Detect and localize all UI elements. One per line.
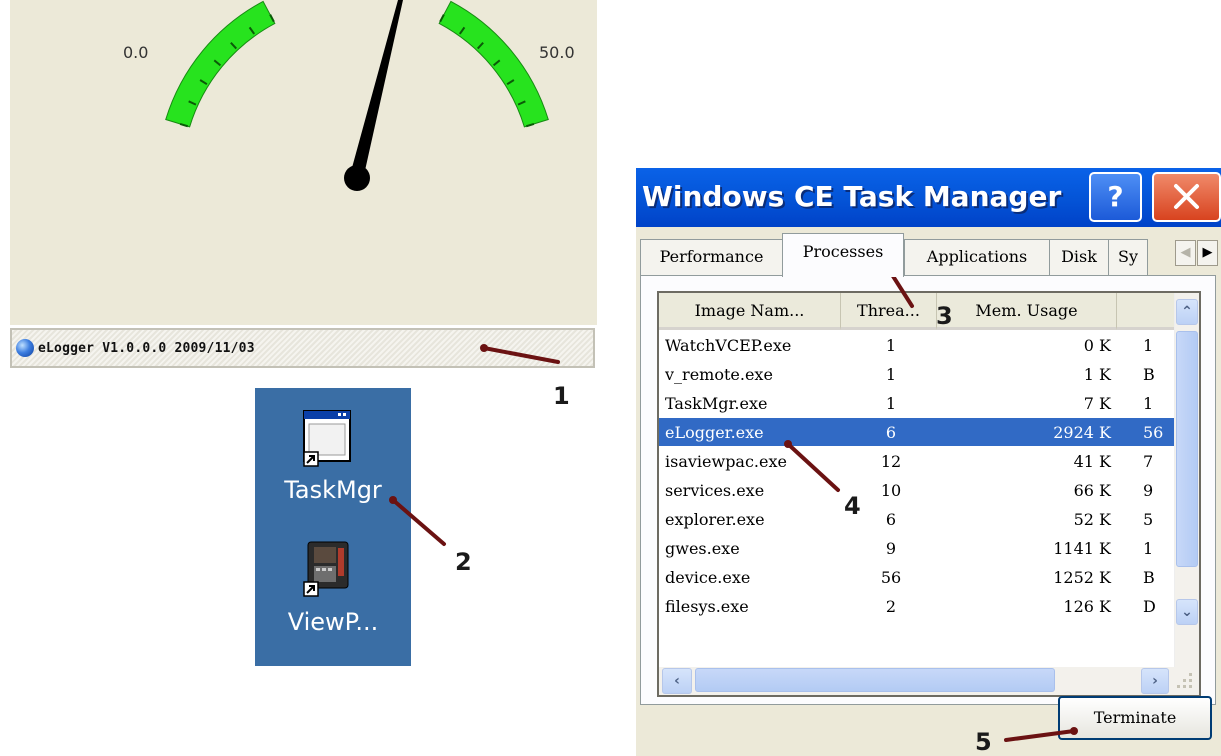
resize-grip-icon[interactable] bbox=[1173, 671, 1195, 691]
table-row[interactable]: gwes.exe 9 1141 K1 bbox=[659, 534, 1179, 562]
scroll-right-icon[interactable]: › bbox=[1141, 668, 1169, 694]
process-mem: 7 K bbox=[1083, 394, 1111, 413]
tab-applications[interactable]: Applications bbox=[904, 239, 1050, 275]
table-row[interactable]: filesys.exe 2 126 KD bbox=[659, 592, 1179, 620]
process-threads: 1 bbox=[885, 365, 897, 384]
table-row[interactable]: explorer.exe 6 52 K5 bbox=[659, 505, 1179, 533]
close-icon bbox=[1174, 184, 1199, 209]
process-threads: 6 bbox=[885, 423, 897, 442]
desktop-icon-label: TaskMgr bbox=[284, 476, 382, 504]
process-mem: 0 K bbox=[1083, 336, 1111, 355]
process-name: gwes.exe bbox=[665, 539, 740, 558]
title-bar[interactable]: Windows CE Task Manager ? bbox=[636, 168, 1221, 227]
process-mem: 1252 K bbox=[1053, 568, 1111, 587]
scroll-left-icon[interactable]: ‹ bbox=[662, 668, 692, 694]
terminate-button[interactable]: Terminate bbox=[1058, 696, 1212, 740]
gauge-panel: 0.0 50.0 bbox=[10, 0, 597, 325]
process-name: services.exe bbox=[665, 481, 765, 500]
horizontal-scrollbar[interactable]: ‹ › bbox=[659, 667, 1199, 695]
table-row[interactable]: v_remote.exe 1 1 KB bbox=[659, 360, 1179, 388]
close-button[interactable] bbox=[1152, 172, 1221, 222]
process-mem: 41 K bbox=[1073, 452, 1111, 471]
annotation-4: 4 bbox=[844, 492, 861, 520]
device-panel-icon bbox=[303, 541, 349, 597]
table-row[interactable]: services.exe 10 66 K9 bbox=[659, 476, 1179, 504]
table-row[interactable]: TaskMgr.exe 1 7 K1 bbox=[659, 389, 1179, 417]
table-row[interactable]: WatchVCEP.exe 1 0 K1 bbox=[659, 331, 1179, 359]
tab-disk[interactable]: Disk bbox=[1049, 239, 1109, 275]
desktop-icon-label: ViewP... bbox=[287, 608, 379, 636]
column-threads[interactable]: Threa... bbox=[841, 293, 937, 330]
process-threads: 2 bbox=[885, 597, 897, 616]
scroll-up-icon[interactable]: ⌃ bbox=[1176, 299, 1198, 325]
table-row[interactable]: device.exe 56 1252 KB bbox=[659, 563, 1179, 591]
window-app-icon bbox=[303, 410, 351, 467]
table-row[interactable]: isaviewpac.exe 12 41 K7 bbox=[659, 447, 1179, 475]
gauge-dial bbox=[165, 0, 549, 191]
annotation-2: 2 bbox=[455, 548, 472, 576]
tab-scroll-arrows: ◀ ▶ bbox=[1175, 240, 1219, 266]
processes-panel: Image Nam... Threa... Mem. Usage WatchVC… bbox=[640, 275, 1216, 705]
scroll-down-icon[interactable]: ⌄ bbox=[1176, 599, 1198, 625]
tab-processes[interactable]: Processes bbox=[782, 233, 904, 277]
tab-scroll-left-icon[interactable]: ◀ bbox=[1175, 240, 1196, 266]
tab-scroll-right-icon[interactable]: ▶ bbox=[1197, 240, 1218, 266]
gauge-max-label: 50.0 bbox=[539, 43, 575, 62]
list-header: Image Nam... Threa... Mem. Usage bbox=[659, 293, 1179, 330]
tab-performance[interactable]: Performance bbox=[640, 239, 783, 275]
status-bar: eLogger V1.0.0.0 2009/11/03 bbox=[10, 328, 595, 368]
process-mem: 52 K bbox=[1073, 510, 1111, 529]
table-row[interactable]: eLogger.exe 6 2924 K 56 bbox=[659, 418, 1179, 446]
annotation-5: 5 bbox=[975, 728, 992, 756]
tab-strip: Performance Processes Applications Disk … bbox=[636, 231, 1221, 277]
desktop-area: TaskMgr ViewP... bbox=[255, 388, 411, 666]
status-text: eLogger V1.0.0.0 2009/11/03 bbox=[38, 340, 255, 356]
process-name: WatchVCEP.exe bbox=[665, 336, 792, 355]
help-button[interactable]: ? bbox=[1089, 172, 1142, 222]
process-mem: 126 K bbox=[1063, 597, 1111, 616]
process-threads: 56 bbox=[880, 568, 902, 587]
window-title: Windows CE Task Manager bbox=[642, 180, 1062, 213]
gauge-hub bbox=[344, 165, 370, 191]
process-name: v_remote.exe bbox=[665, 365, 773, 384]
gauge-needle bbox=[350, 0, 403, 175]
task-manager-window: Windows CE Task Manager ? Performance Pr… bbox=[636, 168, 1221, 756]
process-mem: 1141 K bbox=[1053, 539, 1111, 558]
vertical-scrollbar[interactable]: ⌃ ⌄ bbox=[1174, 293, 1199, 667]
gauge-min-label: 0.0 bbox=[123, 43, 149, 62]
horizontal-scroll-thumb[interactable] bbox=[695, 668, 1055, 692]
tab-system[interactable]: Sy bbox=[1108, 239, 1148, 275]
process-threads: 1 bbox=[885, 336, 897, 355]
globe-icon bbox=[16, 339, 34, 357]
vertical-scroll-thumb[interactable] bbox=[1176, 331, 1198, 567]
process-mem: 66 K bbox=[1073, 481, 1111, 500]
process-list[interactable]: Image Nam... Threa... Mem. Usage WatchVC… bbox=[657, 291, 1201, 697]
column-extra[interactable] bbox=[1117, 293, 1179, 330]
process-name: TaskMgr.exe bbox=[665, 394, 768, 413]
column-image-name[interactable]: Image Nam... bbox=[659, 293, 841, 330]
process-name: eLogger.exe bbox=[665, 423, 764, 442]
column-mem-usage[interactable]: Mem. Usage bbox=[937, 293, 1117, 330]
process-threads: 9 bbox=[885, 539, 897, 558]
process-name: isaviewpac.exe bbox=[665, 452, 787, 471]
annotation-1: 1 bbox=[553, 382, 570, 410]
annotation-3: 3 bbox=[936, 302, 953, 330]
process-name: device.exe bbox=[665, 568, 751, 587]
process-name: filesys.exe bbox=[665, 597, 749, 616]
process-mem: 2924 K bbox=[1053, 423, 1111, 442]
process-name: explorer.exe bbox=[665, 510, 765, 529]
process-mem: 1 K bbox=[1083, 365, 1111, 384]
process-threads: 12 bbox=[880, 452, 902, 471]
process-threads: 1 bbox=[885, 394, 897, 413]
